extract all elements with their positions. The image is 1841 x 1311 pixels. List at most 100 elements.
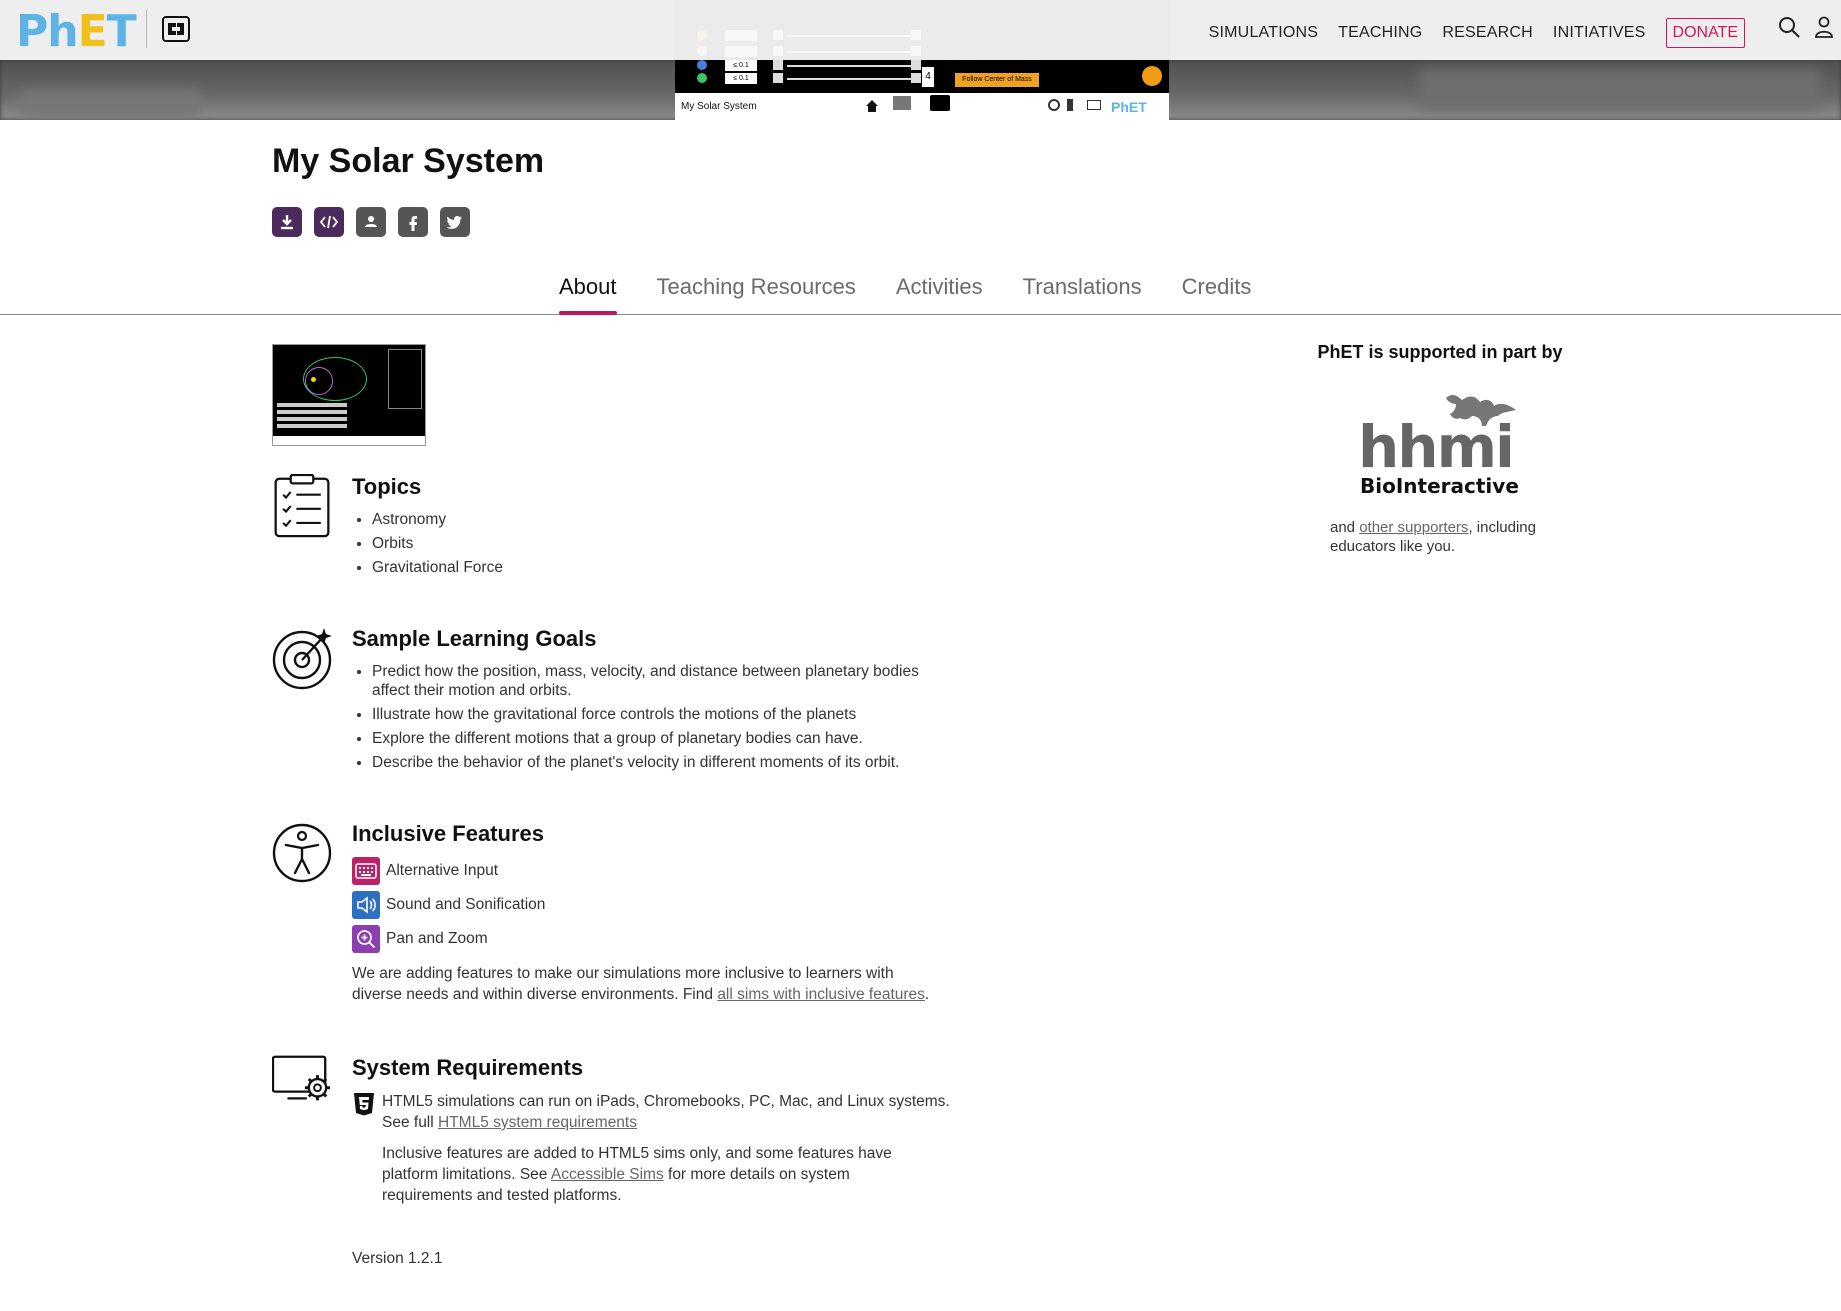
content-tabs: About Teaching Resources Activities Tran…	[0, 268, 1841, 315]
arrow-left-icon	[773, 60, 783, 70]
banner-blur-right	[1420, 70, 1820, 110]
twitter-share-button[interactable]	[440, 207, 470, 237]
top-navigation: PhET SIMULATIONS TEACHING RESEARCH INITI…	[0, 0, 1841, 60]
tab-list: About Teaching Resources Activities Tran…	[559, 274, 1252, 315]
logo-e: E	[77, 6, 108, 57]
nav-links: SIMULATIONS TEACHING RESEARCH INITIATIVE…	[1209, 18, 1745, 48]
sim-body-row: ≤ 0.1	[685, 73, 935, 85]
classroom-share-button[interactable]	[356, 207, 386, 237]
learning-goal-item: Describe the behavior of the planet's ve…	[372, 753, 932, 772]
keyboard-icon	[352, 857, 380, 885]
arrow-right-icon	[911, 60, 921, 70]
hhmi-wordmark: hhmi	[1358, 413, 1515, 481]
accessibility-icon	[272, 823, 332, 883]
inclusive-features-heading: Inclusive Features	[352, 821, 544, 846]
share-toolbar	[272, 207, 470, 237]
settings-icon[interactable]	[1048, 99, 1060, 111]
feature-alternative-input[interactable]: Alternative Input	[352, 857, 992, 885]
zoom-icon	[352, 925, 380, 953]
tab-about[interactable]: About	[559, 274, 617, 315]
sim-title: My Solar System	[681, 101, 757, 112]
supporters-text: and other supporters, including educator…	[1330, 518, 1570, 556]
body-value-box: ≤ 0.1	[725, 73, 757, 84]
sim-navigation-bar: My Solar System PhET	[675, 93, 1169, 120]
supporters-text-start: and	[1330, 519, 1360, 536]
nav-research[interactable]: RESEARCH	[1442, 24, 1533, 42]
page-title: My Solar System	[272, 142, 545, 180]
donate-button[interactable]: DONATE	[1665, 18, 1745, 48]
university-logo-icon[interactable]	[162, 16, 190, 42]
arrow-right-icon	[911, 73, 921, 83]
body-value-box: ≤ 0.1	[725, 60, 757, 71]
inclusive-features-body: Inclusive Features Alternative Input Sou…	[352, 821, 992, 1005]
other-supporters-link[interactable]: other supporters	[1359, 519, 1468, 536]
follow-center-of-mass-button[interactable]: Follow Center of Mass	[955, 73, 1039, 87]
topics-section: Topics Astronomy Orbits Gravitational Fo…	[272, 474, 972, 584]
thumb-sun	[311, 377, 316, 382]
tab-activities[interactable]: Activities	[896, 274, 983, 312]
tab-credits[interactable]: Credits	[1182, 274, 1252, 312]
nav-initiatives[interactable]: INITIATIVES	[1553, 24, 1646, 42]
tab-teaching-resources[interactable]: Teaching Resources	[657, 274, 856, 312]
inclusive-description: We are adding features to make our simul…	[352, 963, 932, 1005]
search-icon[interactable]	[1778, 16, 1800, 38]
bodies-counter: 4	[922, 67, 934, 87]
sim-body-row: ≤ 0.1	[685, 60, 935, 72]
topics-heading: Topics	[352, 474, 422, 499]
supporters-panel: PhET is supported in part by hhmi BioInt…	[1310, 342, 1570, 555]
user-icon[interactable]	[1814, 16, 1834, 38]
banner-blur-left	[20, 90, 200, 116]
logo-ph: Ph	[16, 6, 79, 57]
feature-sound-and-sonification[interactable]: Sound and Sonification	[352, 891, 992, 919]
facebook-icon	[409, 216, 417, 231]
home-icon[interactable]	[865, 99, 879, 113]
hhmi-biointeractive-logo[interactable]: hhmi BioInteractive	[1358, 390, 1522, 498]
feature-pan-and-zoom[interactable]: Pan and Zoom	[352, 925, 992, 953]
code-icon	[319, 215, 339, 229]
keyboard-icon[interactable]	[1087, 100, 1101, 110]
thumb-orbit	[305, 367, 333, 395]
learning-goals-body: Sample Learning Goals Predict how the po…	[352, 626, 992, 777]
html5-requirements-link[interactable]: HTML5 system requirements	[438, 1114, 637, 1131]
learning-goal-item: Predict how the position, mass, velocity…	[372, 662, 932, 700]
system-requirements-body: System Requirements HTML5 simulations ca…	[352, 1055, 992, 1206]
tab-translations[interactable]: Translations	[1023, 274, 1142, 312]
reset-icon[interactable]	[1142, 66, 1162, 86]
topics-list: Astronomy Orbits Gravitational Force	[352, 510, 992, 577]
thumb-control-panel	[388, 349, 422, 409]
screen-icon-lab[interactable]	[930, 95, 950, 111]
feature-label: Sound and Sonification	[386, 896, 546, 913]
logo-divider	[146, 10, 147, 48]
logo-t: T	[106, 6, 137, 57]
thumb-body-rows	[277, 403, 377, 431]
system-requirements-heading: System Requirements	[352, 1055, 584, 1080]
download-button[interactable]	[272, 207, 302, 237]
learning-goals-heading: Sample Learning Goals	[352, 626, 597, 651]
thumb-nav-bar	[273, 436, 425, 445]
nav-simulations[interactable]: SIMULATIONS	[1209, 24, 1318, 42]
sound-icon[interactable]	[1067, 99, 1079, 111]
html5-requirement-text: HTML5 simulations can run on iPads, Chro…	[382, 1093, 950, 1110]
speaker-icon	[352, 891, 380, 919]
learning-goal-item: Explore the different motions that a gro…	[372, 729, 932, 748]
html5-requirement: HTML5 simulations can run on iPads, Chro…	[352, 1091, 992, 1133]
inclusive-sims-link[interactable]: all sims with inclusive features	[717, 986, 925, 1003]
twitter-icon	[446, 216, 462, 229]
nav-teaching[interactable]: TEACHING	[1338, 24, 1422, 42]
screen-icon-intro[interactable]	[893, 96, 911, 110]
system-requirements-section: System Requirements HTML5 simulations ca…	[272, 1055, 972, 1225]
phet-logo[interactable]: PhET	[1111, 99, 1147, 115]
target-icon	[272, 628, 332, 690]
embed-button[interactable]	[314, 207, 344, 237]
inclusive-platform-note: Inclusive features are added to HTML5 si…	[382, 1143, 912, 1206]
simulation-thumbnail[interactable]	[272, 344, 426, 446]
monitor-settings-icon	[272, 1055, 331, 1101]
slider-track	[787, 78, 917, 80]
phet-logo[interactable]: PhET	[16, 6, 137, 57]
facebook-share-button[interactable]	[398, 207, 428, 237]
learning-goals-list: Predict how the position, mass, velocity…	[352, 662, 932, 772]
slider-track	[787, 65, 917, 67]
accessible-sims-link[interactable]: Accessible Sims	[551, 1166, 664, 1183]
topic-item: Astronomy	[372, 510, 992, 529]
feature-label: Alternative Input	[386, 862, 499, 879]
